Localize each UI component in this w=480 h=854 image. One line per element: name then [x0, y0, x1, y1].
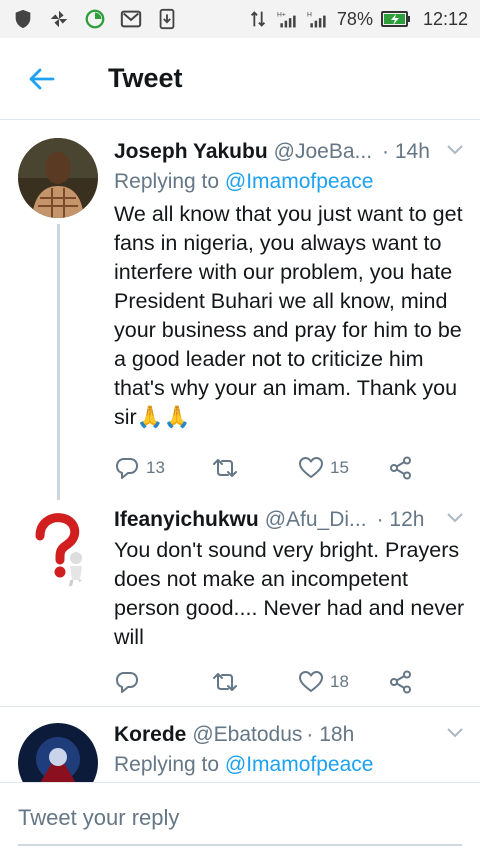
tweet-handle[interactable]: @JoeBa...: [274, 140, 372, 164]
retweet-button[interactable]: [210, 669, 298, 695]
reply-icon: [116, 458, 138, 479]
tweet-actions: 13 15: [114, 452, 466, 484]
reply-button[interactable]: [114, 669, 210, 695]
reply-input[interactable]: Tweet your reply: [18, 805, 179, 831]
chevron-down-icon[interactable]: [444, 506, 466, 528]
signal-2-icon: H: [307, 11, 326, 28]
tweet-author[interactable]: Ifeanyichukwu: [114, 508, 259, 532]
reply-icon: [116, 672, 138, 693]
tweet-handle[interactable]: @Ebatodus: [192, 723, 302, 747]
avatar-joseph[interactable]: [18, 138, 98, 218]
heart-icon: [299, 457, 323, 478]
chevron-down-icon[interactable]: [444, 721, 466, 743]
replying-to: Replying to @Imamofpeace: [114, 753, 374, 776]
tweet-ifeanyichukwu[interactable]: Ifeanyichukwu @Afu_Di... · 12h You don't…: [0, 500, 480, 706]
tweet-text: We all know that you just want to get fa…: [114, 202, 463, 429]
input-underline: [18, 844, 462, 846]
like-count: 18: [330, 672, 349, 691]
tweet-time: · 14h: [382, 140, 430, 163]
avatar-ifeanyichukwu[interactable]: [18, 508, 98, 588]
reply-button[interactable]: 13: [114, 455, 210, 481]
tweet-text: You don't sound very bright. Prayers doe…: [114, 538, 465, 649]
signal-label-1: H+: [277, 11, 286, 18]
page-title: Tweet: [108, 63, 183, 93]
tweet-joseph[interactable]: Joseph Yakubu @JoeBa... · 14h Replying t…: [0, 120, 480, 500]
tweet-time: · 18h: [306, 723, 355, 746]
reply-count: 13: [146, 458, 165, 477]
chevron-down-icon[interactable]: [444, 138, 466, 160]
back-button[interactable]: [12, 49, 72, 109]
battery-charging-icon: [380, 11, 410, 27]
tweet-handle[interactable]: @Afu_Di...: [265, 508, 367, 532]
question-mark-avatar-image: [18, 508, 98, 588]
tweet-time: · 12h: [376, 508, 425, 531]
data-arrows-icon: [250, 11, 265, 27]
status-bar: H+ H 78% 12:12: [0, 0, 480, 38]
timer-icon: [85, 9, 105, 29]
heart-icon: [299, 671, 323, 692]
tweet-author[interactable]: Joseph Yakubu: [114, 140, 268, 164]
like-button[interactable]: 15: [298, 455, 388, 481]
thread-line: [57, 224, 60, 500]
avatar-image: [18, 138, 98, 218]
tweet-actions: 18: [114, 666, 466, 698]
tweet-korede[interactable]: Korede @Ebatodus · 18h Replying to @Imam…: [0, 707, 480, 782]
retweet-icon: [213, 673, 237, 691]
share-button[interactable]: [388, 669, 414, 695]
share-icon: [390, 670, 411, 694]
clock: 12:12: [422, 8, 468, 29]
signal-label-2: H: [307, 11, 312, 18]
mention-link[interactable]: @Imamofpeace: [225, 753, 374, 776]
signal-1-icon: H+: [277, 11, 296, 28]
gmail-icon: [120, 10, 142, 28]
top-app-bar: Tweet: [0, 38, 480, 120]
tweet-author[interactable]: Korede: [114, 723, 186, 747]
avatar-image: [18, 723, 98, 782]
shield-icon: [15, 9, 31, 29]
share-icon: [390, 456, 411, 480]
pinwheel-icon: [50, 10, 68, 28]
download-icon: [159, 8, 175, 30]
retweet-icon: [213, 459, 237, 477]
avatar-korede[interactable]: [18, 723, 98, 782]
share-button[interactable]: [388, 455, 414, 481]
reply-composer[interactable]: Tweet your reply: [0, 782, 480, 854]
like-count: 15: [330, 458, 349, 477]
replying-to: Replying to @Imamofpeace: [114, 170, 374, 193]
battery-percent: 78%: [336, 8, 373, 29]
mention-link[interactable]: @Imamofpeace: [225, 170, 374, 193]
retweet-button[interactable]: [210, 455, 298, 481]
arrow-left-icon: [29, 68, 55, 89]
like-button[interactable]: 18: [298, 669, 388, 695]
